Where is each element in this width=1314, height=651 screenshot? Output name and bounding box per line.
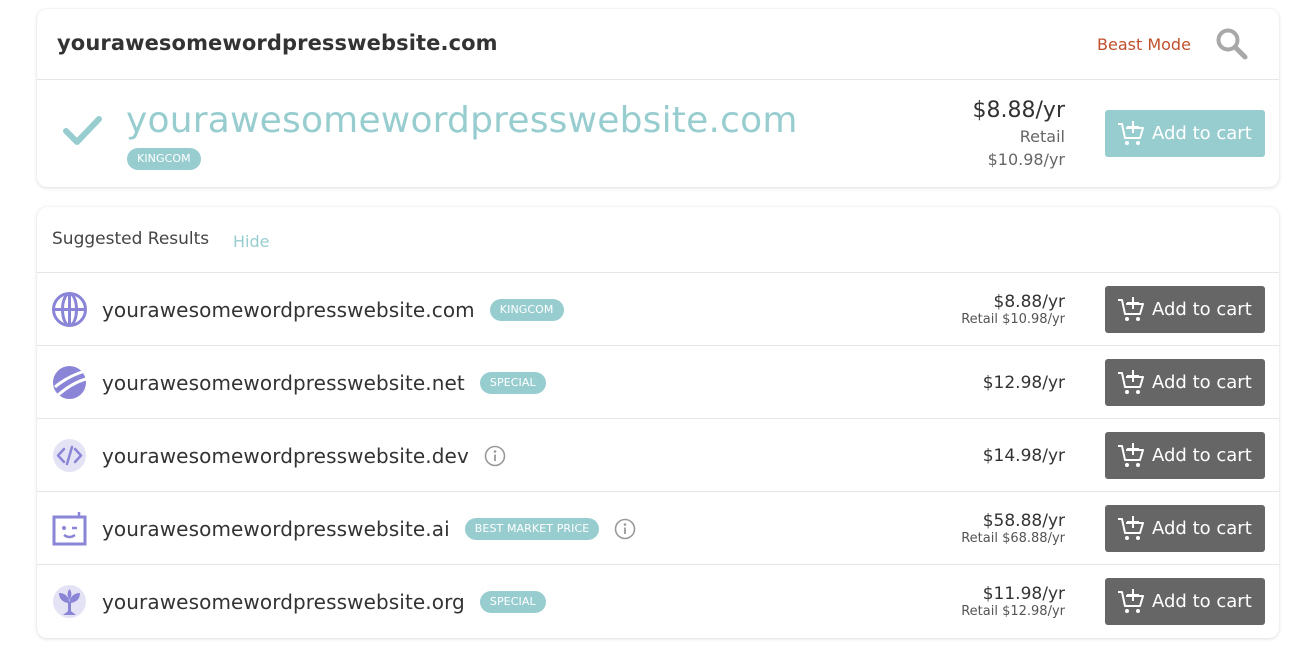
price: $11.98/yr [982, 583, 1065, 604]
search-bar: yourawesomewordpresswebsite.com Beast Mo… [37, 9, 1279, 80]
price-block: $58.88/yr Retail $68.88/yr [961, 492, 1065, 565]
suggestion-row-ai: yourawesomewordpresswebsite.ai BEST MARK… [37, 492, 1279, 565]
domain-badge: BEST MARKET PRICE [464, 517, 600, 540]
add-to-cart-button[interactable]: Add to cart [1105, 432, 1265, 479]
search-result-card: yourawesomewordpresswebsite.com Beast Mo… [37, 9, 1279, 187]
robot-icon [52, 512, 87, 546]
suggested-title: Suggested Results [52, 229, 210, 249]
cart-plus-icon [1118, 296, 1144, 321]
info-icon[interactable] [484, 445, 506, 467]
cart-plus-icon [1118, 120, 1144, 145]
domain-badge: KINGCOM [489, 298, 564, 321]
add-to-cart-label: Add to cart [1152, 591, 1252, 612]
retail-price: Retail $68.88/yr [961, 530, 1065, 546]
globe-icon [52, 292, 87, 327]
add-to-cart-label: Add to cart [1152, 445, 1252, 466]
featured-domain-name: yourawesomewordpresswebsite.com [126, 100, 798, 141]
price-block: $11.98/yr Retail $12.98/yr [961, 565, 1065, 638]
add-to-cart-label: Add to cart [1152, 372, 1252, 393]
add-to-cart-label: Add to cart [1152, 123, 1252, 144]
retail-price: Retail $12.98/yr [961, 603, 1065, 619]
domain-name: yourawesomewordpresswebsite.ai [102, 516, 450, 541]
featured-add-to-cart-button[interactable]: Add to cart [1105, 110, 1265, 157]
featured-price-block: $8.88/yr Retail $10.98/yr [973, 97, 1065, 171]
domain-badge: SPECIAL [479, 590, 546, 613]
cart-plus-icon [1118, 442, 1144, 467]
domain-name: yourawesomewordpresswebsite.dev [102, 443, 469, 468]
suggested-results-card: Suggested Results Hide yourawesomewordpr… [37, 207, 1279, 638]
price: $14.98/yr [982, 445, 1065, 466]
featured-domain-result: yourawesomewordpresswebsite.com KINGCOM … [37, 80, 1279, 187]
add-to-cart-button[interactable]: Add to cart [1105, 359, 1265, 406]
check-icon [63, 116, 102, 145]
info-icon[interactable] [614, 518, 636, 540]
cart-plus-icon [1118, 588, 1144, 613]
row-domain-group: yourawesomewordpresswebsite.net SPECIAL [102, 346, 546, 419]
domain-name: yourawesomewordpresswebsite.net [102, 370, 465, 395]
net-swoosh-icon [53, 366, 87, 399]
price: $58.88/yr [982, 510, 1065, 531]
domain-name: yourawesomewordpresswebsite.org [102, 589, 465, 614]
row-domain-group: yourawesomewordpresswebsite.dev [102, 419, 506, 492]
add-to-cart-button[interactable]: Add to cart [1105, 286, 1265, 333]
domain-badge: SPECIAL [479, 371, 546, 394]
price-block: $8.88/yr Retail $10.98/yr [961, 273, 1065, 346]
price-block: $14.98/yr [983, 419, 1065, 492]
suggested-header: Suggested Results Hide [37, 207, 1279, 273]
search-icon[interactable] [1215, 27, 1249, 61]
cart-plus-icon [1118, 515, 1144, 540]
beast-mode-link[interactable]: Beast Mode [1097, 35, 1191, 54]
featured-price: $8.88/yr [972, 98, 1065, 123]
domain-name: yourawesomewordpresswebsite.com [102, 297, 475, 322]
row-domain-group: yourawesomewordpresswebsite.org SPECIAL [102, 565, 546, 638]
add-to-cart-button[interactable]: Add to cart [1105, 578, 1265, 625]
price-block: $12.98/yr [983, 346, 1065, 419]
price: $12.98/yr [982, 372, 1065, 393]
add-to-cart-label: Add to cart [1152, 299, 1252, 320]
add-to-cart-label: Add to cart [1152, 518, 1252, 539]
add-to-cart-button[interactable]: Add to cart [1105, 505, 1265, 552]
price: $8.88/yr [993, 291, 1065, 312]
code-icon [53, 439, 86, 472]
featured-retail-price: $10.98/yr [987, 150, 1065, 169]
featured-retail-label: Retail [1019, 127, 1065, 146]
featured-badge: KINGCOM [127, 148, 201, 170]
suggestion-row-com: yourawesomewordpresswebsite.com KINGCOM … [37, 273, 1279, 346]
search-input[interactable]: yourawesomewordpresswebsite.com [57, 31, 498, 55]
cart-plus-icon [1118, 369, 1144, 394]
suggestion-row-dev: yourawesomewordpresswebsite.dev $14.98/y… [37, 419, 1279, 492]
sprout-icon [53, 585, 86, 618]
suggestion-row-org: yourawesomewordpresswebsite.org SPECIAL … [37, 565, 1279, 638]
suggestion-row-net: yourawesomewordpresswebsite.net SPECIAL … [37, 346, 1279, 419]
row-domain-group: yourawesomewordpresswebsite.ai BEST MARK… [102, 492, 636, 565]
row-domain-group: yourawesomewordpresswebsite.com KINGCOM [102, 273, 564, 346]
retail-price: Retail $10.98/yr [961, 311, 1065, 327]
hide-suggestions-link[interactable]: Hide [233, 232, 269, 251]
